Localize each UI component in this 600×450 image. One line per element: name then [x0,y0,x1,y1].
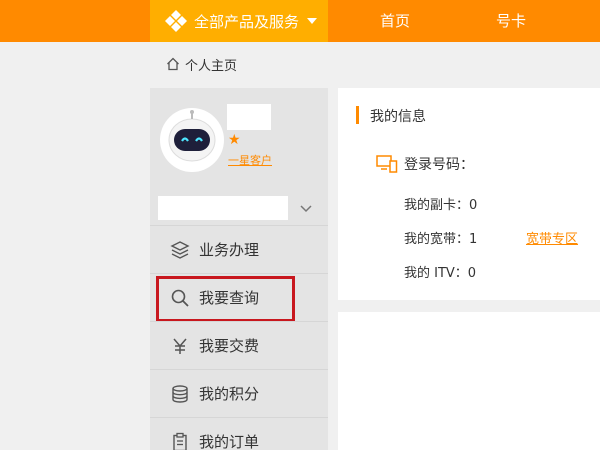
sidebar: ★ 一星客户 业务办理 我要查询 我要交费 我的积分 我的订单 [150,88,328,450]
lower-panel [338,312,600,450]
yuan-icon [170,336,190,356]
login-number-row: 登录号码： [376,154,474,174]
my-info-panel: 我的信息 登录号码： 我的副卡：0 我的宽带：1 宽带专区 我的 ITV：0 [338,88,600,300]
highlight-box [156,276,295,322]
sidebar-item-payment[interactable]: 我要交费 [150,321,328,369]
sidebar-item-label: 我要交费 [199,337,260,355]
diamond-logo-icon [165,10,187,32]
all-products-menu[interactable]: 全部产品及服务 [150,0,328,42]
sidebar-item-label: 我的订单 [199,433,260,450]
nav-card[interactable]: 号卡 [476,0,546,42]
username-redacted [227,104,271,130]
itv-count: 我的 ITV：0 [404,266,477,281]
sidebar-item-business[interactable]: 业务办理 [150,225,328,273]
secondary-card-count: 我的副卡：0 [404,198,478,213]
layers-icon [170,240,190,260]
sidebar-item-label: 我的积分 [199,385,260,403]
breadcrumb-label: 个人主页 [185,58,238,74]
devices-icon [376,155,398,173]
broadband-zone-link[interactable]: 宽带专区 [526,228,578,247]
avatar[interactable] [160,108,224,172]
sidebar-item-points[interactable]: 我的积分 [150,369,328,417]
all-products-label: 全部产品及服务 [194,12,300,31]
sidebar-menu: 业务办理 我要查询 我要交费 我的积分 我的订单 [150,225,328,450]
home-icon [167,57,179,71]
customer-level-link[interactable]: 一星客户 [228,152,272,168]
chevron-down-icon[interactable] [298,200,314,216]
sidebar-item-label: 业务办理 [199,241,260,259]
info-title: 我的信息 [356,106,426,126]
nav-home[interactable]: 首页 [360,0,430,42]
sidebar-item-query[interactable]: 我要查询 [150,273,328,322]
caret-down-icon [307,18,318,24]
top-navigation-bar: 全部产品及服务 首页 号卡 [0,0,600,42]
star-icon: ★ [228,132,241,148]
broadband-count: 我的宽带：1 [404,232,478,247]
breadcrumb[interactable]: 个人主页 [166,54,237,74]
account-select[interactable] [158,196,288,220]
login-number-label: 登录号码： [404,157,474,173]
robot-avatar-icon [168,110,216,162]
sidebar-item-orders[interactable]: 我的订单 [150,417,328,450]
clipboard-icon [170,432,190,450]
database-icon [170,384,190,404]
